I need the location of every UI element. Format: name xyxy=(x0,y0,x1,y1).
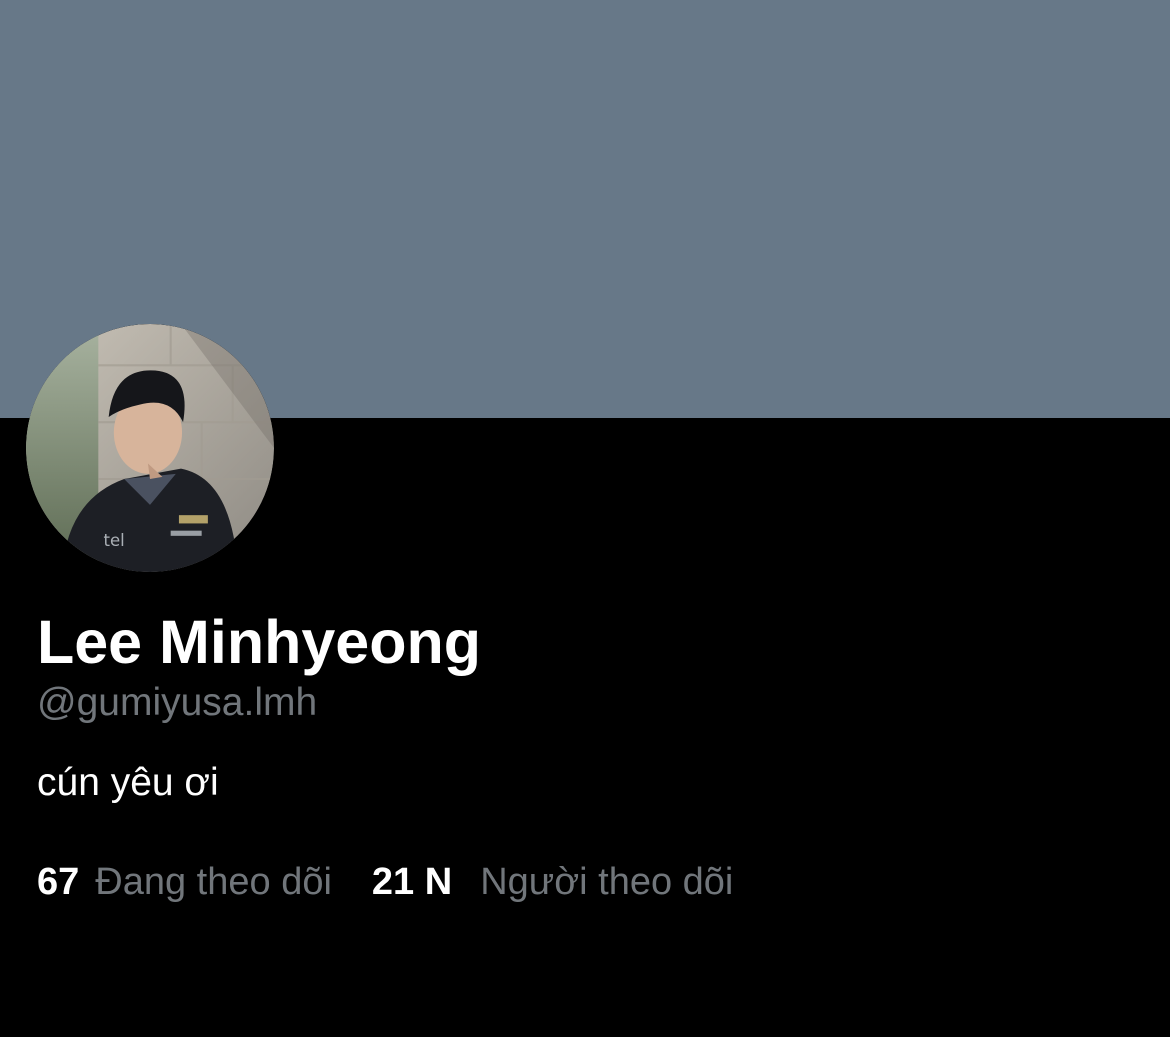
profile-handle: @gumiyusa.lmh xyxy=(37,681,318,724)
followers-label: Người theo dõi xyxy=(480,861,734,903)
profile-stats: 67 Đang theo dõi 21 N Người theo dõi xyxy=(37,856,733,908)
profile-avatar[interactable]: tel xyxy=(26,324,274,572)
svg-text:tel: tel xyxy=(104,531,125,550)
following-link[interactable]: 67 Đang theo dõi xyxy=(37,856,332,908)
following-count: 67 xyxy=(37,861,80,903)
profile-bio: cún yêu ơi xyxy=(37,761,219,804)
followers-count: 21 N xyxy=(371,861,453,903)
avatar-photo-icon: tel xyxy=(26,324,274,572)
profile-display-name: Lee Minhyeong xyxy=(37,608,481,676)
followers-link[interactable]: 21 N Người theo dõi xyxy=(372,856,733,908)
following-label: Đang theo dõi xyxy=(95,861,332,903)
